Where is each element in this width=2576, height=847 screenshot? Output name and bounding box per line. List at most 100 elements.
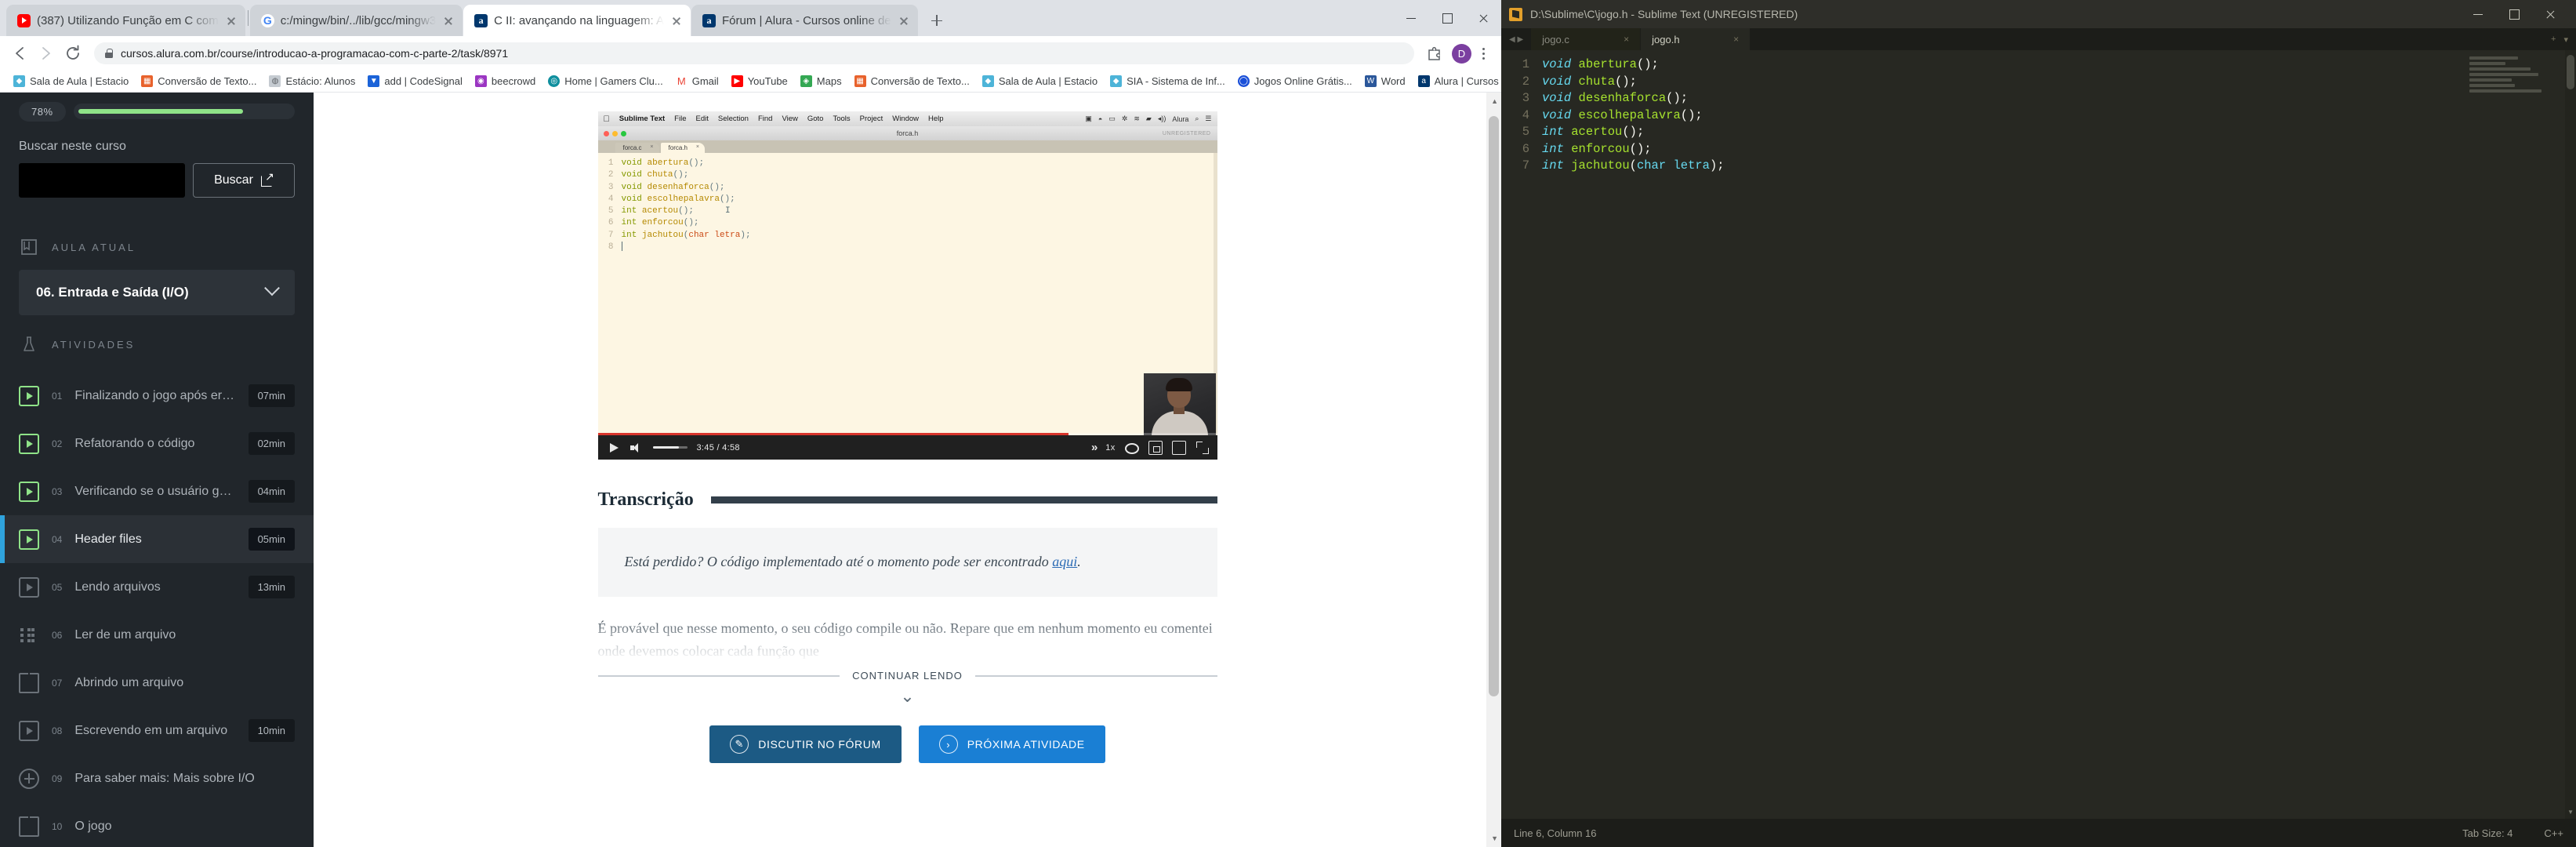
fullscreen-icon[interactable]: [1195, 441, 1210, 455]
bookmark-item[interactable]: a Alura | Cursos onlin...: [1413, 73, 1501, 89]
tab-bar-right-controls[interactable]: + ▾: [2543, 28, 2576, 50]
current-lesson-selector[interactable]: 06. Entrada e Saída (I/O): [19, 270, 295, 315]
bookmark-item[interactable]: ◆ Sala de Aula | Estacio: [8, 73, 134, 89]
line-number: 5: [1522, 125, 1529, 139]
bookmark-item[interactable]: ◯ Jogos Online Grátis...: [1232, 73, 1358, 89]
close-icon[interactable]: ×: [650, 144, 653, 150]
sublime-vertical-scrollbar[interactable]: ▲ ▼: [2565, 50, 2576, 819]
alura-course-page: 78% Buscar neste curso Buscar ↗ AULA ATU…: [0, 93, 1501, 847]
bookmark-item[interactable]: ▼ add | CodeSignal: [362, 73, 468, 89]
book-icon: [19, 816, 39, 837]
activity-item[interactable]: 02 Refatorando o código 02min: [0, 420, 314, 467]
play-icon[interactable]: [606, 441, 620, 455]
scroll-down-icon[interactable]: ▼: [2567, 809, 2574, 816]
bookmark-item[interactable]: ▦ Conversão de Texto...: [849, 73, 975, 89]
line-number: 6: [1522, 141, 1529, 156]
reload-icon[interactable]: [61, 42, 85, 65]
bookmark-item[interactable]: ◈ Maps: [795, 73, 847, 89]
bookmark-item[interactable]: ◆ SIA - Sistema de Inf...: [1105, 73, 1231, 89]
next-activity-button[interactable]: › PRÓXIMA ATIVIDADE: [918, 725, 1105, 764]
scroll-up-icon[interactable]: ▲: [1491, 97, 1498, 105]
activity-title: Ler de um arquivo: [74, 627, 176, 642]
address-bar[interactable]: cursos.alura.com.br/course/introducao-a-…: [94, 42, 1414, 64]
volume-icon[interactable]: [629, 441, 644, 455]
activity-item[interactable]: 06 Ler de um arquivo: [0, 611, 314, 659]
chrome-menu-icon[interactable]: [1473, 42, 1493, 65]
sublime-tab-jogo-h[interactable]: jogo.h ×: [1641, 28, 1751, 50]
video-player[interactable]:  Sublime Text File Edit Selection Find …: [597, 111, 1217, 460]
activity-item[interactable]: 09 Para saber mais: Mais sobre I/O: [0, 754, 314, 802]
sublime-code-area[interactable]: 1 void abertura (); 2 void chuta (); 3 void d…: [1501, 50, 2576, 175]
editor-tab-forca-h[interactable]: forca.h ×: [660, 143, 705, 153]
add-tab-icon[interactable]: +: [2551, 35, 2556, 44]
sublime-scrollbar-thumb[interactable]: [2567, 55, 2574, 89]
volume-icon: ◂)): [1157, 115, 1166, 122]
bookmark-item[interactable]: ▶ YouTube: [726, 73, 793, 89]
activity-item[interactable]: 05 Lendo arquivos 13min: [0, 563, 314, 611]
bookmark-item[interactable]: ▦ Conversão de Texto...: [136, 73, 262, 89]
code-minimap[interactable]: [2469, 56, 2563, 95]
volume-slider[interactable]: [652, 446, 688, 449]
activity-item-current[interactable]: 04 Header files 05min: [0, 515, 314, 563]
new-tab-button[interactable]: [923, 7, 950, 34]
close-window-button[interactable]: [1465, 0, 1501, 36]
chevron-down-icon[interactable]: ⌄: [598, 688, 1217, 705]
callout-link[interactable]: aqui: [1052, 554, 1077, 569]
avatar[interactable]: D: [1452, 43, 1471, 64]
back-icon[interactable]: [8, 42, 31, 65]
bookmark-item[interactable]: ◍ Estácio: Alunos: [263, 73, 361, 89]
close-icon[interactable]: [670, 14, 683, 27]
code-tail: ();: [1666, 91, 1689, 105]
browser-tab-0[interactable]: (387) Utilizando Função em C com: [6, 5, 245, 36]
page-scrollbar-thumb[interactable]: [1489, 116, 1499, 696]
search-button[interactable]: Buscar: [193, 163, 295, 198]
chevron-down-icon[interactable]: ▾: [2563, 35, 2568, 45]
sublime-tab-jogo-c[interactable]: jogo.c ×: [1531, 28, 1642, 50]
menu-project: Project: [853, 115, 883, 123]
search-input[interactable]: [19, 163, 185, 198]
close-window-button[interactable]: [2532, 0, 2568, 28]
close-icon[interactable]: [442, 14, 455, 27]
bookmark-item[interactable]: ◆ Sala de Aula | Estacio: [977, 73, 1103, 89]
close-icon[interactable]: [225, 14, 238, 27]
tab-scroll-arrows[interactable]: ◀ ▶: [1501, 28, 1531, 50]
close-icon[interactable]: ×: [1624, 34, 1629, 45]
gear-icon[interactable]: [1124, 442, 1139, 454]
bookmark-item[interactable]: ◎ Home | Gamers Clu...: [542, 73, 668, 89]
maximize-button[interactable]: [2496, 0, 2532, 28]
continue-reading-row[interactable]: CONTINUAR LENDO: [597, 670, 1217, 682]
syntax-label[interactable]: C++: [2544, 827, 2563, 839]
close-icon[interactable]: ×: [696, 144, 699, 150]
theater-mode-icon[interactable]: [1171, 440, 1186, 455]
browser-tab-1[interactable]: G c:/mingw/bin/../lib/gcc/mingw3: [249, 5, 463, 36]
close-icon[interactable]: ×: [1733, 34, 1739, 45]
forward-icon[interactable]: [34, 42, 58, 65]
discuss-forum-button[interactable]: ✎ DISCUTIR NO FÓRUM: [709, 725, 902, 764]
close-icon[interactable]: [898, 14, 910, 27]
sublime-editor-body[interactable]: 1 void abertura (); 2 void chuta (); 3 void d…: [1501, 50, 2576, 819]
activity-title: Abrindo um arquivo: [74, 675, 184, 689]
editor-tab-forca-c[interactable]: forca.c ×: [615, 143, 659, 153]
playback-speed-label[interactable]: 1x: [1105, 443, 1115, 453]
extensions-icon[interactable]: [1422, 42, 1446, 65]
activity-item[interactable]: 10 O jogo: [0, 802, 314, 847]
maximize-button[interactable]: [1429, 0, 1465, 36]
activity-item[interactable]: 07 Abrindo um arquivo: [0, 659, 314, 707]
tab-size-label[interactable]: Tab Size: 4: [2462, 827, 2513, 839]
next-video-icon[interactable]: »: [1091, 441, 1098, 454]
bookmark-item[interactable]: W Word: [1359, 73, 1411, 89]
activity-item[interactable]: 01 Finalizando o jogo após erros se... 0…: [0, 372, 314, 420]
bookmark-item[interactable]: M Gmail: [670, 73, 724, 89]
activity-item[interactable]: 08 Escrevendo em um arquivo 10min: [0, 707, 314, 754]
browser-tab-3[interactable]: a Fórum | Alura - Cursos online de: [691, 5, 918, 36]
picture-in-picture-icon[interactable]: [1148, 440, 1163, 455]
browser-tab-2[interactable]: a C II: avançando na linguagem: A: [463, 5, 691, 36]
minimize-button[interactable]: [1393, 0, 1429, 36]
youtube-icon: [17, 13, 31, 27]
scroll-down-icon[interactable]: ▼: [1491, 834, 1498, 842]
page-scrollbar[interactable]: ▲ ▼: [1486, 93, 1501, 847]
code-function: enforcou: [641, 218, 684, 228]
bookmark-item[interactable]: ◉ beecrowd: [470, 73, 541, 89]
minimize-button[interactable]: [2460, 0, 2496, 28]
activity-item[interactable]: 03 Verificando se o usuário ganhou ... 0…: [0, 467, 314, 515]
